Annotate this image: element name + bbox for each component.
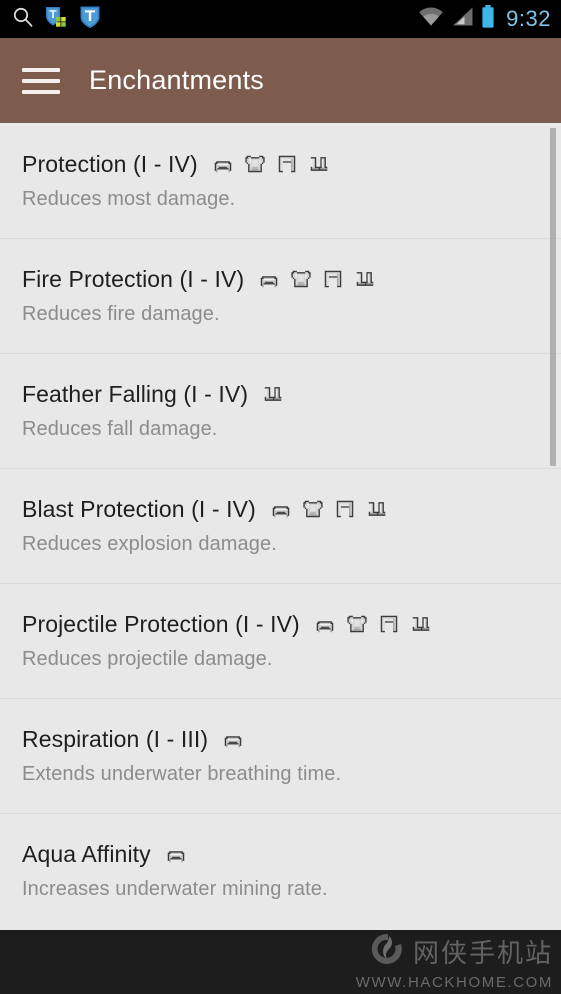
list-item[interactable]: Feather Falling (I - IV) Reduces fall dam… [0,353,561,468]
chestplate-icon [346,613,368,635]
list-item-description: Reduces fall damage. [22,417,218,440]
list-item-description: Reduces projectile damage. [22,647,273,670]
list-item[interactable]: Respiration (I - III) Extends underwater … [0,698,561,813]
helmet-icon [258,268,281,290]
page-title: Enchantments [89,65,264,95]
list-item-description: Increases underwater mining rate. [22,877,328,900]
action-bar: Enchantments [0,38,561,123]
hamburger-menu-icon[interactable] [22,67,60,94]
hackhome-logo-icon [371,932,405,971]
list-item[interactable]: Fire Protection (I - IV) Reduces fire dam… [0,238,561,353]
leggings-icon [334,498,356,520]
armor-slot-icons [313,613,432,635]
security-shield-apps-icon [43,4,69,35]
security-shield-icon [78,4,102,35]
list-item-title-row: Aqua Affinity [22,840,543,867]
chestplate-icon [302,498,324,520]
list-item-description: Reduces most damage. [22,187,236,210]
list-item-title: Fire Protection (I - IV) [22,265,245,292]
scrollbar-thumb[interactable] [550,128,556,466]
list-item-description: Reduces explosion damage. [22,532,277,555]
list-item-title: Projectile Protection (I - IV) [22,610,300,637]
vertical-scrollbar[interactable] [550,123,556,930]
cellular-signal-icon [451,6,474,32]
battery-icon [481,5,495,33]
enchantments-list[interactable]: Protection (I - IV) Reduces most damage. F… [0,123,561,930]
list-item-title: Aqua Affinity [22,840,151,867]
list-item-title: Respiration (I - III) [22,725,209,752]
armor-slot-icons [211,153,330,175]
list-item[interactable]: Blast Protection (I - IV) Reduces explosi… [0,468,561,583]
armor-slot-icons [258,268,376,290]
list-item-title-row: Fire Protection (I - IV) [22,265,543,292]
list-item[interactable]: Aqua Affinity Increases underwater mining… [0,813,561,928]
leggings-icon [378,613,400,635]
armor-slot-icons [269,498,388,520]
list-body: Protection (I - IV) Reduces most damage. F… [0,123,561,928]
list-item-title-row: Projectile Protection (I - IV) [22,610,543,637]
navigation-bar: 网侠手机站 WWW.HACKHOME.COM [0,930,561,994]
list-item-title: Protection (I - IV) [22,150,198,177]
armor-slot-icons [164,843,187,865]
helmet-icon [164,843,187,865]
list-item-title: Feather Falling (I - IV) [22,380,249,407]
boots-icon [308,153,330,175]
helmet-icon [211,153,234,175]
helmet-icon [222,728,245,750]
leggings-icon [276,153,298,175]
helmet-icon [313,613,336,635]
search-icon [12,6,34,33]
chestplate-icon [244,153,266,175]
boots-icon [410,613,432,635]
leggings-icon [322,268,344,290]
site-watermark: 网侠手机站 WWW.HACKHOME.COM [356,932,553,991]
armor-slot-icons [262,383,284,405]
watermark-url: WWW.HACKHOME.COM [355,974,553,991]
boots-icon [262,383,284,405]
status-bar: 9:32 [0,0,561,38]
boots-icon [354,268,376,290]
list-item[interactable]: Protection (I - IV) Reduces most damage. [0,123,561,238]
status-bar-clock: 9:32 [506,5,551,31]
chestplate-icon [290,268,312,290]
helmet-icon [269,498,292,520]
list-item[interactable]: Projectile Protection (I - IV) Reduces pr… [0,583,561,698]
watermark-text-cn: 网侠手机站 [412,939,553,969]
phone-screen: 9:32 Enchantments Protection (I - IV) Re… [0,0,561,994]
list-item-description: Reduces fire damage. [22,302,220,325]
list-item-description: Extends underwater breathing time. [22,762,342,785]
boots-icon [366,498,388,520]
status-bar-right-icons: 9:32 [418,5,551,33]
armor-slot-icons [222,728,245,750]
list-item-title-row: Respiration (I - III) [22,725,543,752]
wifi-icon [418,6,444,32]
list-item-title-row: Feather Falling (I - IV) [22,380,543,407]
list-item-title-row: Blast Protection (I - IV) [22,495,543,522]
list-item-title-row: Protection (I - IV) [22,150,543,177]
status-bar-left-icons [12,4,102,35]
list-item-title: Blast Protection (I - IV) [22,495,256,522]
